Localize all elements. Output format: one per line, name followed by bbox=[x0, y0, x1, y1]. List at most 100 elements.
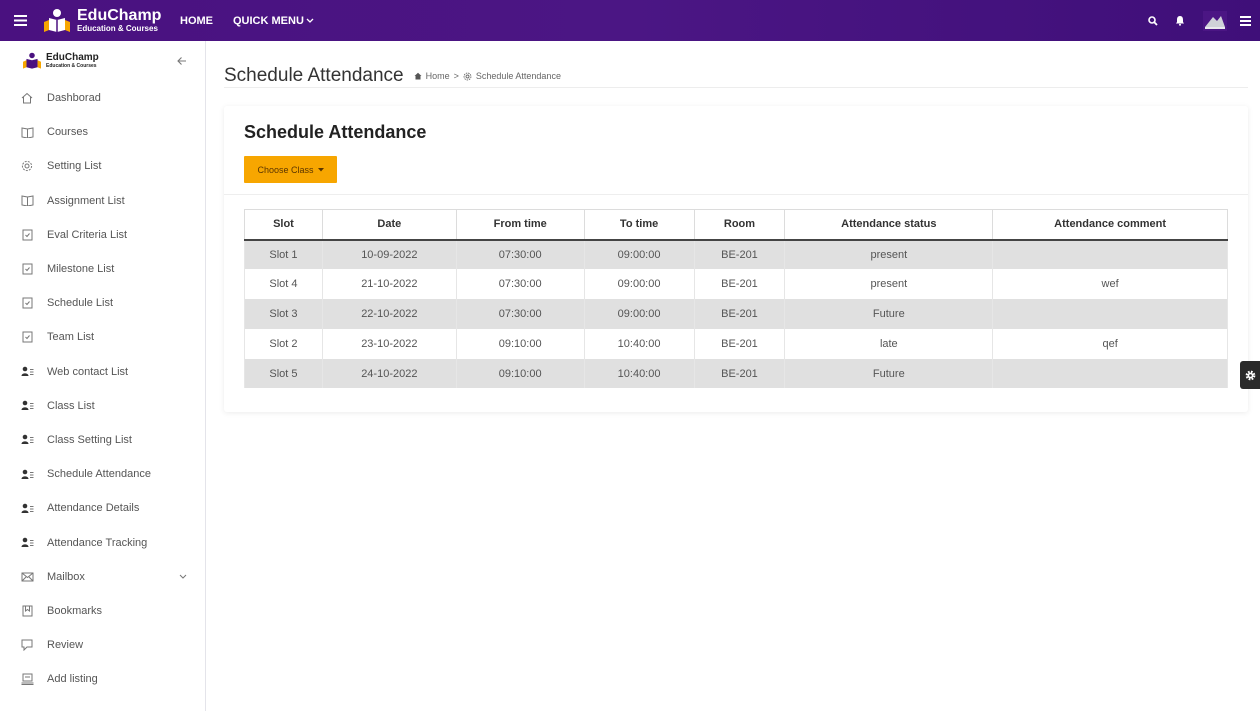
breadcrumb-home-link[interactable]: Home bbox=[426, 71, 450, 81]
table-row: Slot 5 24-10-2022 09:10:00 10:40:00 BE-2… bbox=[244, 358, 1228, 389]
user-list-icon bbox=[20, 433, 34, 447]
sidebar-item-class-setting-list[interactable]: Class Setting List bbox=[0, 423, 205, 457]
breadcrumb: Home > Schedule Attendance bbox=[414, 71, 561, 81]
sidebar-item-mailbox[interactable]: Mailbox bbox=[0, 560, 205, 594]
cell-slot: Slot 5 bbox=[244, 358, 323, 389]
user-list-icon bbox=[20, 501, 34, 515]
cell-attendance-comment: qef bbox=[992, 328, 1228, 359]
sidebar-item-assignment-list[interactable]: Assignment List bbox=[0, 184, 205, 218]
user-avatar[interactable] bbox=[1200, 7, 1230, 35]
theme-settings-button[interactable] bbox=[1240, 361, 1260, 389]
bookmark-icon bbox=[20, 604, 34, 618]
cell-date: 22-10-2022 bbox=[321, 299, 457, 329]
checkbox-icon bbox=[20, 262, 34, 276]
header-divider bbox=[224, 87, 1248, 88]
menu-toggle-button[interactable] bbox=[0, 0, 41, 41]
gear-icon bbox=[20, 159, 34, 173]
sidebar-item-dashboard[interactable]: Dashborad bbox=[0, 81, 205, 115]
column-header-room[interactable]: Room bbox=[693, 209, 786, 241]
choose-class-label: Choose Class bbox=[257, 164, 314, 175]
sidebar-item-class-list[interactable]: Class List bbox=[0, 389, 205, 423]
cell-room: BE-201 bbox=[693, 358, 786, 389]
sidebar-item-label: Web contact List bbox=[47, 365, 129, 378]
cell-from-time: 07:30:00 bbox=[455, 239, 585, 270]
cell-from-time: 07:30:00 bbox=[455, 299, 585, 329]
sidebar-item-bookmarks[interactable]: Bookmarks bbox=[0, 594, 205, 628]
nav-home-link[interactable]: HOME bbox=[180, 15, 213, 27]
sidebar-item-review[interactable]: Review bbox=[0, 628, 205, 662]
page-title: Schedule Attendance bbox=[224, 65, 404, 86]
sidebar-item-label: Attendance Tracking bbox=[47, 536, 148, 549]
column-header-date[interactable]: Date bbox=[321, 209, 457, 241]
notifications-button[interactable] bbox=[1169, 10, 1191, 32]
cell-date: 10-09-2022 bbox=[321, 239, 457, 270]
cell-attendance-comment bbox=[992, 299, 1228, 329]
choose-class-dropdown[interactable]: Choose Class bbox=[244, 156, 337, 183]
page-header: Schedule Attendance Home > Schedule Atte… bbox=[224, 65, 1248, 87]
checkbox-icon bbox=[20, 296, 34, 310]
sidebar-item-attendance-details[interactable]: Attendance Details bbox=[0, 491, 205, 525]
brand-name: EduChamp bbox=[77, 7, 162, 24]
cell-from-time: 09:10:00 bbox=[455, 358, 585, 389]
main-content: Schedule Attendance Home > Schedule Atte… bbox=[206, 41, 1260, 711]
top-navbar: EduChamp Education & Courses HOME QUICK … bbox=[0, 0, 1260, 41]
column-header-from-time[interactable]: From time bbox=[455, 209, 585, 241]
collapse-sidebar-button[interactable] bbox=[177, 53, 187, 69]
sidebar-item-label: Attendance Details bbox=[47, 502, 140, 515]
sidebar-item-courses[interactable]: Courses bbox=[0, 115, 205, 149]
cell-attendance-status: present bbox=[784, 239, 994, 270]
review-icon bbox=[20, 638, 34, 652]
sidebar-item-eval-criteria-list[interactable]: Eval Criteria List bbox=[0, 218, 205, 252]
cell-attendance-status: late bbox=[784, 328, 994, 359]
mail-icon bbox=[20, 570, 34, 584]
side-panel-button[interactable] bbox=[1234, 10, 1256, 32]
sidebar-item-web-contact-list[interactable]: Web contact List bbox=[0, 355, 205, 389]
cell-to-time: 10:40:00 bbox=[583, 328, 695, 359]
sidebar-item-schedule-list[interactable]: Schedule List bbox=[0, 286, 205, 320]
cell-room: BE-201 bbox=[693, 239, 786, 270]
chevron-down-icon bbox=[306, 18, 314, 23]
logo-icon bbox=[22, 52, 42, 70]
table-row: Slot 3 22-10-2022 07:30:00 09:00:00 BE-2… bbox=[244, 299, 1228, 329]
cell-slot: Slot 3 bbox=[244, 299, 323, 329]
cell-attendance-comment bbox=[992, 239, 1228, 270]
brand-logo[interactable]: EduChamp Education & Courses bbox=[43, 8, 168, 34]
home-icon bbox=[20, 91, 34, 105]
sidebar: EduChamp Education & Courses Dashborad C… bbox=[0, 41, 206, 711]
user-list-icon bbox=[20, 365, 34, 379]
cell-date: 21-10-2022 bbox=[321, 269, 457, 300]
search-button[interactable] bbox=[1142, 10, 1164, 32]
user-list-icon bbox=[20, 536, 34, 550]
nav-quick-menu[interactable]: QUICK MENU bbox=[233, 15, 314, 27]
cell-date: 23-10-2022 bbox=[321, 328, 457, 359]
sidebar-item-setting-list[interactable]: Setting List bbox=[0, 149, 205, 183]
cell-room: BE-201 bbox=[693, 269, 786, 300]
column-header-attendance-comment[interactable]: Attendance comment bbox=[992, 209, 1228, 241]
user-list-icon bbox=[20, 399, 34, 413]
cell-to-time: 10:40:00 bbox=[583, 358, 695, 389]
sidebar-item-label: Assignment List bbox=[47, 194, 125, 207]
gear-icon bbox=[1245, 370, 1255, 380]
listing-icon bbox=[20, 672, 34, 686]
cell-to-time: 09:00:00 bbox=[583, 239, 695, 270]
column-header-attendance-status[interactable]: Attendance status bbox=[784, 209, 994, 241]
sidebar-brand-tagline: Education & Courses bbox=[46, 63, 97, 69]
checkbox-icon bbox=[20, 228, 34, 242]
sidebar-item-schedule-attendance[interactable]: Schedule Attendance bbox=[0, 457, 205, 491]
column-header-to-time[interactable]: To time bbox=[583, 209, 695, 241]
sidebar-item-milestone-list[interactable]: Milestone List bbox=[0, 252, 205, 286]
sidebar-item-label: Add listing bbox=[47, 673, 98, 686]
sidebar-item-label: Eval Criteria List bbox=[47, 228, 128, 241]
cell-attendance-status: present bbox=[784, 269, 994, 300]
sidebar-item-label: Milestone List bbox=[47, 263, 115, 276]
chevron-down-icon[interactable] bbox=[179, 571, 187, 583]
column-header-slot[interactable]: Slot bbox=[244, 209, 323, 241]
cell-slot: Slot 2 bbox=[244, 328, 323, 359]
home-icon bbox=[414, 72, 422, 80]
sidebar-item-attendance-tracking[interactable]: Attendance Tracking bbox=[0, 525, 205, 559]
list-icon bbox=[1239, 15, 1251, 26]
sidebar-item-add-listing[interactable]: Add listing bbox=[0, 662, 205, 696]
cell-slot: Slot 4 bbox=[244, 269, 323, 300]
sidebar-item-label: Schedule List bbox=[47, 297, 114, 310]
sidebar-item-team-list[interactable]: Team List bbox=[0, 320, 205, 354]
